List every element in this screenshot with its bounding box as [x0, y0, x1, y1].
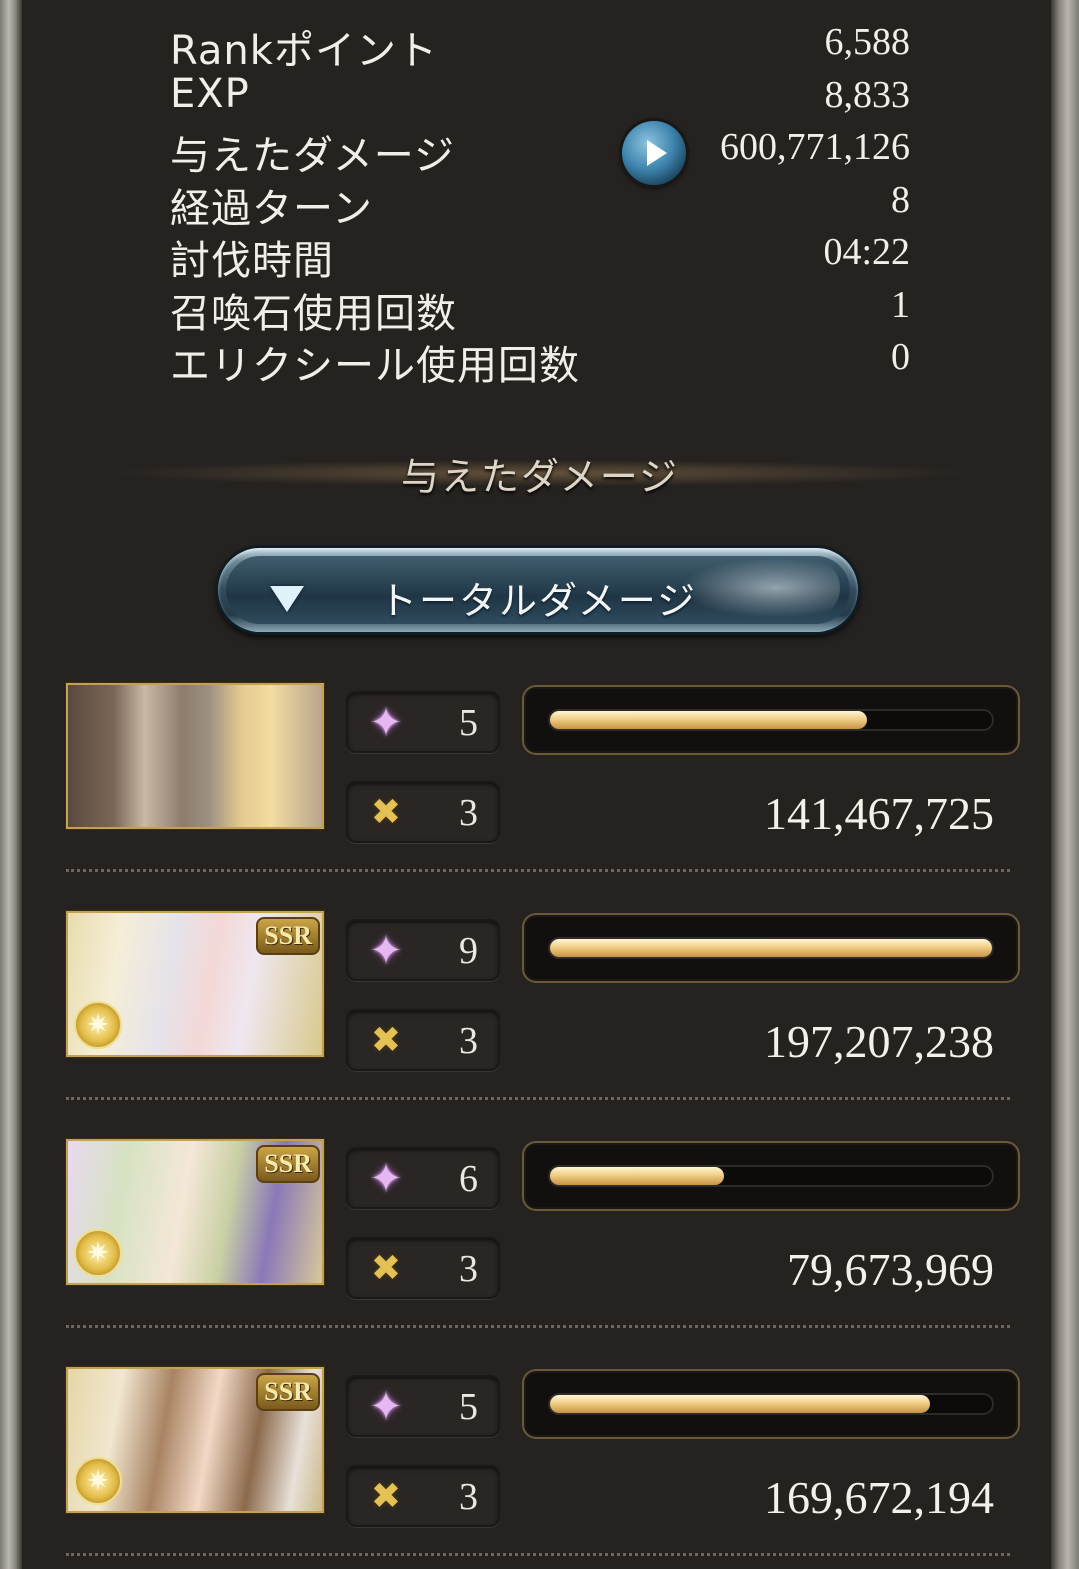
stat-label: エリクシール使用回数 [170, 343, 580, 389]
damage-bar [522, 1141, 1020, 1211]
light-element-icon: ✷ [74, 1229, 122, 1277]
damage-bar-fill [550, 939, 992, 957]
damage-value: 141,467,725 [764, 788, 994, 839]
damage-bar-fill [550, 1395, 930, 1413]
crossed-swords-icon: ✖ [370, 1248, 402, 1289]
stat-value: 04:22 [823, 231, 910, 273]
swords-count: 3 [459, 792, 478, 834]
dropdown-label: トータルダメージ [378, 579, 698, 623]
swords-count: 3 [459, 1020, 478, 1062]
stat-label: 与えたダメージ [170, 133, 455, 179]
stat-label: 討伐時間 [170, 238, 334, 284]
stat-label: Rankポイント [170, 28, 438, 74]
ssr-badge: SSR [256, 1145, 320, 1183]
sparkle-icon: ✦ [369, 928, 403, 974]
row-divider [66, 1553, 1010, 1556]
character-portrait[interactable]: SSR ✷ [66, 1367, 324, 1513]
row-divider [66, 1097, 1010, 1100]
damage-bar [522, 913, 1020, 983]
sparkle-count: 5 [459, 1386, 478, 1428]
damage-type-dropdown[interactable]: トータルダメージ [218, 548, 858, 632]
section-title: 与えたダメージ [400, 455, 680, 499]
stat-value: 0 [891, 336, 910, 378]
damage-bar-track [548, 1393, 994, 1415]
sparkle-icon: ✦ [369, 1384, 403, 1430]
damage-bar-fill [550, 711, 868, 729]
attack-count-box: ✖ 3 [346, 1009, 500, 1071]
stat-row-rank-points: Rankポイント 6,588 [170, 18, 911, 74]
stat-value: 8,833 [824, 73, 911, 116]
crossed-swords-icon: ✖ [370, 1476, 402, 1517]
stat-label: EXP [170, 70, 250, 117]
damage-bar-track [548, 937, 994, 959]
sparkle-icon: ✦ [369, 700, 403, 746]
stat-label: 経過ターン [170, 185, 373, 232]
dropdown-body: トータルダメージ [226, 556, 850, 624]
crossed-swords-icon: ✖ [370, 1020, 402, 1061]
member-row: SSR ✷ ✦ 9 ✖ 3 197,207,238 [66, 911, 1020, 1100]
stat-row-exp: EXP 8,833 [170, 71, 910, 124]
sparkle-count: 6 [459, 1158, 478, 1200]
damage-bar-fill [550, 1167, 725, 1185]
stat-row-summon-uses: 召喚石使用回数 1 [170, 281, 910, 337]
member-row: ✦ 5 ✖ 3 141,467,725 [66, 683, 1020, 872]
stat-value: 600,771,126 [720, 126, 910, 168]
section-header: 与えたダメージ [110, 440, 970, 500]
skill-count-box: ✦ 5 [346, 1375, 500, 1437]
stat-row-clear-time: 討伐時間 04:22 [170, 228, 910, 284]
ssr-badge: SSR [256, 1373, 320, 1411]
damage-bar [522, 1369, 1020, 1439]
skill-count-box: ✦ 5 [346, 691, 500, 753]
battle-stats: Rankポイント 6,588 EXP 8,833 与えたダメージ 600,771… [170, 18, 911, 389]
stat-row-elixir-uses: エリクシール使用回数 0 [170, 333, 910, 389]
member-row: SSR ✷ ✦ 6 ✖ 3 79,673,969 [66, 1139, 1020, 1328]
sparkle-icon: ✦ [369, 1156, 403, 1202]
swords-count: 3 [459, 1248, 478, 1290]
skill-count-box: ✦ 9 [346, 919, 500, 981]
left-frame-border [0, 0, 22, 1569]
character-portrait[interactable]: SSR ✷ [66, 911, 324, 1057]
skill-count-box: ✦ 6 [346, 1147, 500, 1209]
attack-count-box: ✖ 3 [346, 1465, 500, 1527]
stat-value: 1 [891, 283, 910, 326]
damage-bar-track [548, 1165, 994, 1187]
stat-row-elapsed-turns: 経過ターン 8 [170, 176, 910, 232]
light-element-icon: ✷ [74, 1457, 122, 1505]
stat-value: 8 [891, 178, 910, 221]
member-row: SSR ✷ ✦ 5 ✖ 3 169,672,194 [66, 1367, 1020, 1556]
attack-count-box: ✖ 3 [346, 781, 500, 843]
right-frame-border [1051, 0, 1079, 1569]
character-portrait[interactable] [66, 683, 324, 829]
sparkle-count: 9 [459, 930, 478, 972]
row-divider [66, 869, 1010, 872]
damage-bar-track [548, 709, 994, 731]
damage-value: 197,207,238 [764, 1016, 994, 1067]
damage-value: 79,673,969 [787, 1244, 994, 1295]
light-element-icon: ✷ [74, 1001, 122, 1049]
attack-count-box: ✖ 3 [346, 1237, 500, 1299]
damage-value: 169,672,194 [764, 1472, 994, 1523]
character-portrait[interactable]: SSR ✷ [66, 1139, 324, 1285]
stat-label: 召喚石使用回数 [170, 290, 457, 337]
damage-bar [522, 685, 1020, 755]
sparkle-count: 5 [459, 702, 478, 744]
row-divider [66, 1325, 1010, 1328]
crossed-swords-icon: ✖ [370, 792, 402, 833]
stat-row-damage-dealt: 与えたダメージ 600,771,126 [170, 121, 910, 185]
stat-value: 6,588 [824, 21, 911, 63]
swords-count: 3 [459, 1476, 478, 1518]
ssr-badge: SSR [256, 917, 320, 955]
